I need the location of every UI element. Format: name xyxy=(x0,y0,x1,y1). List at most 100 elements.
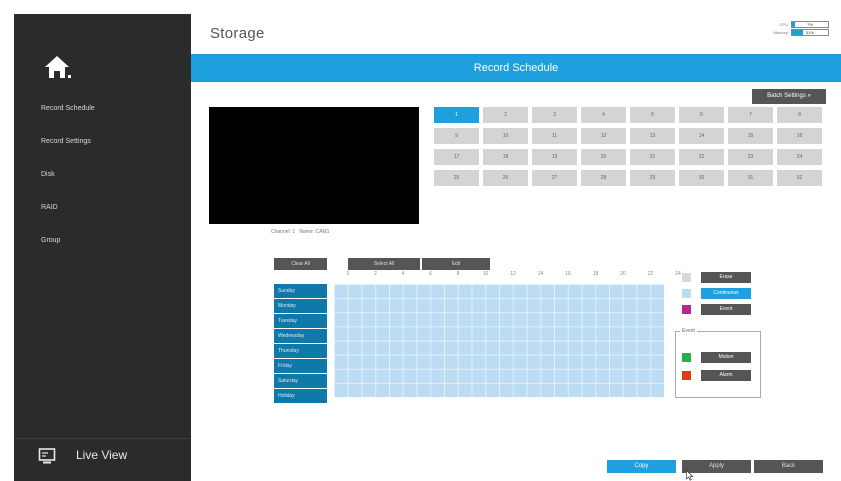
channel-button[interactable]: 32 xyxy=(777,170,822,186)
sidebar-item-disk[interactable]: Disk xyxy=(14,159,191,191)
channel-button[interactable]: 24 xyxy=(777,149,822,165)
channel-button[interactable]: 6 xyxy=(679,107,724,123)
app-window: Record Schedule Record Settings Disk RAI… xyxy=(14,14,841,481)
event-swatch xyxy=(682,305,691,314)
main-panel: Storage CPU 7% Memory 31% Record Schedul… xyxy=(191,14,841,481)
hour-label: 6 xyxy=(429,271,432,277)
clear-all-button[interactable]: Clear All xyxy=(274,258,327,270)
channel-button[interactable]: 14 xyxy=(679,128,724,144)
home-icon[interactable] xyxy=(42,52,72,82)
hour-label: 16 xyxy=(565,271,571,277)
channel-button[interactable]: 9 xyxy=(434,128,479,144)
motion-swatch xyxy=(682,353,691,362)
hour-label: 8 xyxy=(456,271,460,277)
channel-button[interactable]: 2 xyxy=(483,107,528,123)
hour-label: 22 xyxy=(647,271,654,277)
alarm-button[interactable]: Alarm xyxy=(701,370,751,381)
channel-button[interactable]: 4 xyxy=(581,107,626,123)
sidebar: Record Schedule Record Settings Disk RAI… xyxy=(14,14,191,481)
channel-button[interactable]: 12 xyxy=(581,128,626,144)
hour-label: 10 xyxy=(482,271,489,277)
day-list: Sunday Monday Tuesday Wednesday Thursday Frid… xyxy=(274,284,327,404)
channel-button[interactable]: 19 xyxy=(532,149,577,165)
channel-name: Name: CAM1 xyxy=(299,229,330,235)
sidebar-item-group[interactable]: Group xyxy=(14,225,191,257)
hour-label: 0 xyxy=(346,271,350,277)
select-all-button[interactable]: Select All xyxy=(348,258,420,270)
channel-grid: 1 2 3 4 5 6 7 8 9 10 11 12 13 14 15 16 17 18 19 20 21 22 23 24 2… xyxy=(434,107,822,186)
schedule-grid[interactable] xyxy=(334,284,664,397)
back-button[interactable]: Back xyxy=(754,460,823,473)
event-group-title: Event xyxy=(680,328,697,334)
day-row-label[interactable]: Wednesday xyxy=(274,329,327,343)
monitor-icon xyxy=(38,448,56,464)
continuous-button[interactable]: Continuous xyxy=(701,288,751,299)
channel-button[interactable]: 8 xyxy=(777,107,822,123)
channel-button[interactable]: 11 xyxy=(532,128,577,144)
hour-label: 2 xyxy=(374,271,377,277)
page-title: Storage xyxy=(210,25,265,42)
video-preview xyxy=(209,107,419,224)
channel-button[interactable]: 25 xyxy=(434,170,479,186)
mouse-cursor-icon xyxy=(686,470,694,481)
channel-button[interactable]: 5 xyxy=(630,107,675,123)
channel-button[interactable]: 10 xyxy=(483,128,528,144)
batch-settings-button[interactable]: Batch Settings » xyxy=(752,89,826,104)
channel-button[interactable]: 30 xyxy=(679,170,724,186)
channel-button[interactable]: 23 xyxy=(728,149,773,165)
channel-button[interactable]: 3 xyxy=(532,107,577,123)
cpu-meter: 7% xyxy=(791,20,829,28)
event-button[interactable]: Event xyxy=(701,304,751,315)
channel-button[interactable]: 29 xyxy=(630,170,675,186)
cpu-value: 7% xyxy=(807,21,813,27)
motion-button[interactable]: Motion xyxy=(701,352,751,363)
live-view-label: Live View xyxy=(76,448,128,462)
event-group: Event xyxy=(675,328,761,398)
channel-button[interactable]: 22 xyxy=(679,149,724,165)
hour-label: 14 xyxy=(537,271,544,277)
sidebar-item-record-settings[interactable]: Record Settings xyxy=(14,126,191,158)
copy-button[interactable]: Copy xyxy=(607,460,676,473)
erase-button[interactable]: Erase xyxy=(701,272,751,283)
channel-button[interactable]: 7 xyxy=(728,107,773,123)
channel-number: Channel: 1 xyxy=(271,229,296,235)
day-row-label[interactable]: Holiday xyxy=(274,389,327,403)
day-row-label[interactable]: Friday xyxy=(274,359,327,373)
hour-label: 20 xyxy=(620,271,626,277)
alarm-swatch xyxy=(682,371,691,380)
channel-button[interactable]: 17 xyxy=(434,149,479,165)
hour-label: 12 xyxy=(510,271,516,277)
day-row-label[interactable]: Saturday xyxy=(274,374,327,388)
day-row-label[interactable]: Monday xyxy=(274,299,327,313)
system-meters: CPU 7% Memory 31% xyxy=(774,20,829,36)
channel-button[interactable]: 31 xyxy=(728,170,773,186)
channel-button[interactable]: 27 xyxy=(532,170,577,186)
day-row-label[interactable]: Sunday xyxy=(274,284,327,298)
channel-button[interactable]: 15 xyxy=(728,128,773,144)
cpu-label: CPU xyxy=(779,21,788,27)
channel-button[interactable]: 20 xyxy=(581,149,626,165)
day-row-label[interactable]: Tuesday xyxy=(274,314,327,328)
section-banner: Record Schedule xyxy=(191,54,841,82)
hour-label: 24 xyxy=(675,271,681,277)
channel-info: Channel: 1 Name: CAM1 xyxy=(271,229,329,235)
hour-label: 18 xyxy=(592,271,599,277)
channel-button[interactable]: 28 xyxy=(581,170,626,186)
sidebar-item-raid[interactable]: RAID xyxy=(14,192,191,224)
channel-button[interactable]: 18 xyxy=(483,149,528,165)
continuous-swatch xyxy=(682,289,691,298)
channel-button[interactable]: 1 xyxy=(434,107,479,123)
double-chevron-right-icon: » xyxy=(807,93,811,99)
day-row-label[interactable]: Thursday xyxy=(274,344,327,358)
channel-button[interactable]: 21 xyxy=(630,149,675,165)
channel-button[interactable]: 13 xyxy=(630,128,675,144)
live-view-button[interactable]: Live View xyxy=(14,438,191,481)
channel-button[interactable]: 16 xyxy=(777,128,822,144)
memory-value: 31% xyxy=(805,29,814,35)
memory-label: Memory xyxy=(773,29,788,35)
edit-button[interactable]: Edit xyxy=(422,258,490,270)
sidebar-item-record-schedule[interactable]: Record Schedule xyxy=(14,93,191,125)
channel-button[interactable]: 26 xyxy=(483,170,528,186)
hour-label: 4 xyxy=(401,271,405,277)
memory-meter: 31% xyxy=(791,28,829,36)
